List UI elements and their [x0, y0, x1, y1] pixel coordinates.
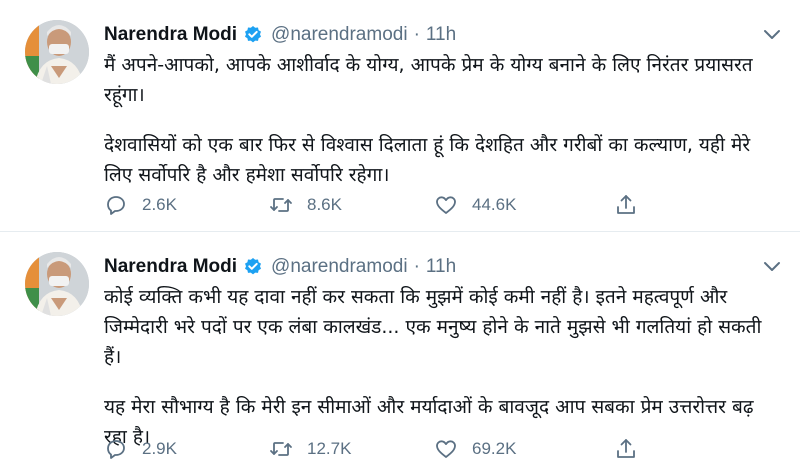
tweet[interactable]: Narendra Modi @narendramodi · 11h कोई व्…: [0, 232, 800, 474]
separator-dot: ·: [413, 256, 420, 277]
retweet-count: 8.6K: [307, 195, 342, 214]
tweet-header: Narendra Modi @narendramodi · 11h: [104, 254, 456, 280]
verified-badge-icon: [243, 257, 263, 277]
caret-down-icon[interactable]: [762, 26, 782, 40]
reply-button[interactable]: 2.6K: [104, 193, 269, 217]
retweet-count: 12.7K: [307, 439, 352, 458]
tweet[interactable]: Narendra Modi @narendramodi · 11h मैं अप…: [0, 0, 800, 232]
like-icon: [436, 440, 456, 458]
tweet-actions: 2.6K 8.6K 44.6K: [104, 192, 684, 218]
tweet-paragraph: मैं अपने-आपको, आपके आशीर्वाद के योग्य, आ…: [104, 54, 753, 106]
reply-icon: [107, 440, 125, 459]
timestamp[interactable]: 11h: [426, 256, 456, 278]
reply-button[interactable]: 2.9K: [104, 437, 269, 461]
retweet-button[interactable]: 12.7K: [269, 437, 434, 461]
tweet-paragraph: कोई व्यक्ति कभी यह दावा नहीं कर सकता कि …: [104, 286, 762, 368]
author-handle[interactable]: @narendramodi: [271, 256, 408, 278]
separator-dot: ·: [413, 24, 420, 45]
share-button[interactable]: [614, 193, 638, 217]
verified-badge-icon: [243, 25, 263, 45]
author-name[interactable]: Narendra Modi: [104, 24, 237, 46]
avatar[interactable]: [25, 252, 89, 316]
author-handle[interactable]: @narendramodi: [271, 24, 408, 46]
share-icon: [617, 439, 635, 458]
tweet-feed: Narendra Modi @narendramodi · 11h मैं अप…: [0, 0, 800, 474]
reply-count: 2.9K: [142, 439, 177, 458]
like-count: 69.2K: [472, 439, 517, 458]
share-button[interactable]: [614, 437, 638, 461]
like-icon: [436, 196, 456, 214]
reply-count: 2.6K: [142, 195, 177, 214]
tweet-actions: 2.9K 12.7K 69.2K: [104, 436, 684, 462]
reply-icon: [107, 196, 125, 215]
author-name[interactable]: Narendra Modi: [104, 256, 237, 278]
tweet-paragraph: देशवासियों को एक बार फिर से विश्वास दिला…: [104, 134, 751, 186]
tweet-text: मैं अपने-आपको, आपके आशीर्वाद के योग्य, आ…: [104, 50, 774, 190]
tweet-text: कोई व्यक्ति कभी यह दावा नहीं कर सकता कि …: [104, 282, 774, 452]
caret-down-icon[interactable]: [762, 258, 782, 272]
share-icon: [617, 195, 635, 214]
avatar[interactable]: [25, 20, 89, 84]
like-button[interactable]: 69.2K: [434, 437, 599, 461]
retweet-button[interactable]: 8.6K: [269, 193, 434, 217]
timestamp[interactable]: 11h: [426, 24, 456, 46]
like-count: 44.6K: [472, 195, 517, 214]
retweet-icon: [270, 442, 292, 456]
retweet-icon: [270, 198, 292, 212]
tweet-header: Narendra Modi @narendramodi · 11h: [104, 22, 456, 48]
like-button[interactable]: 44.6K: [434, 193, 599, 217]
